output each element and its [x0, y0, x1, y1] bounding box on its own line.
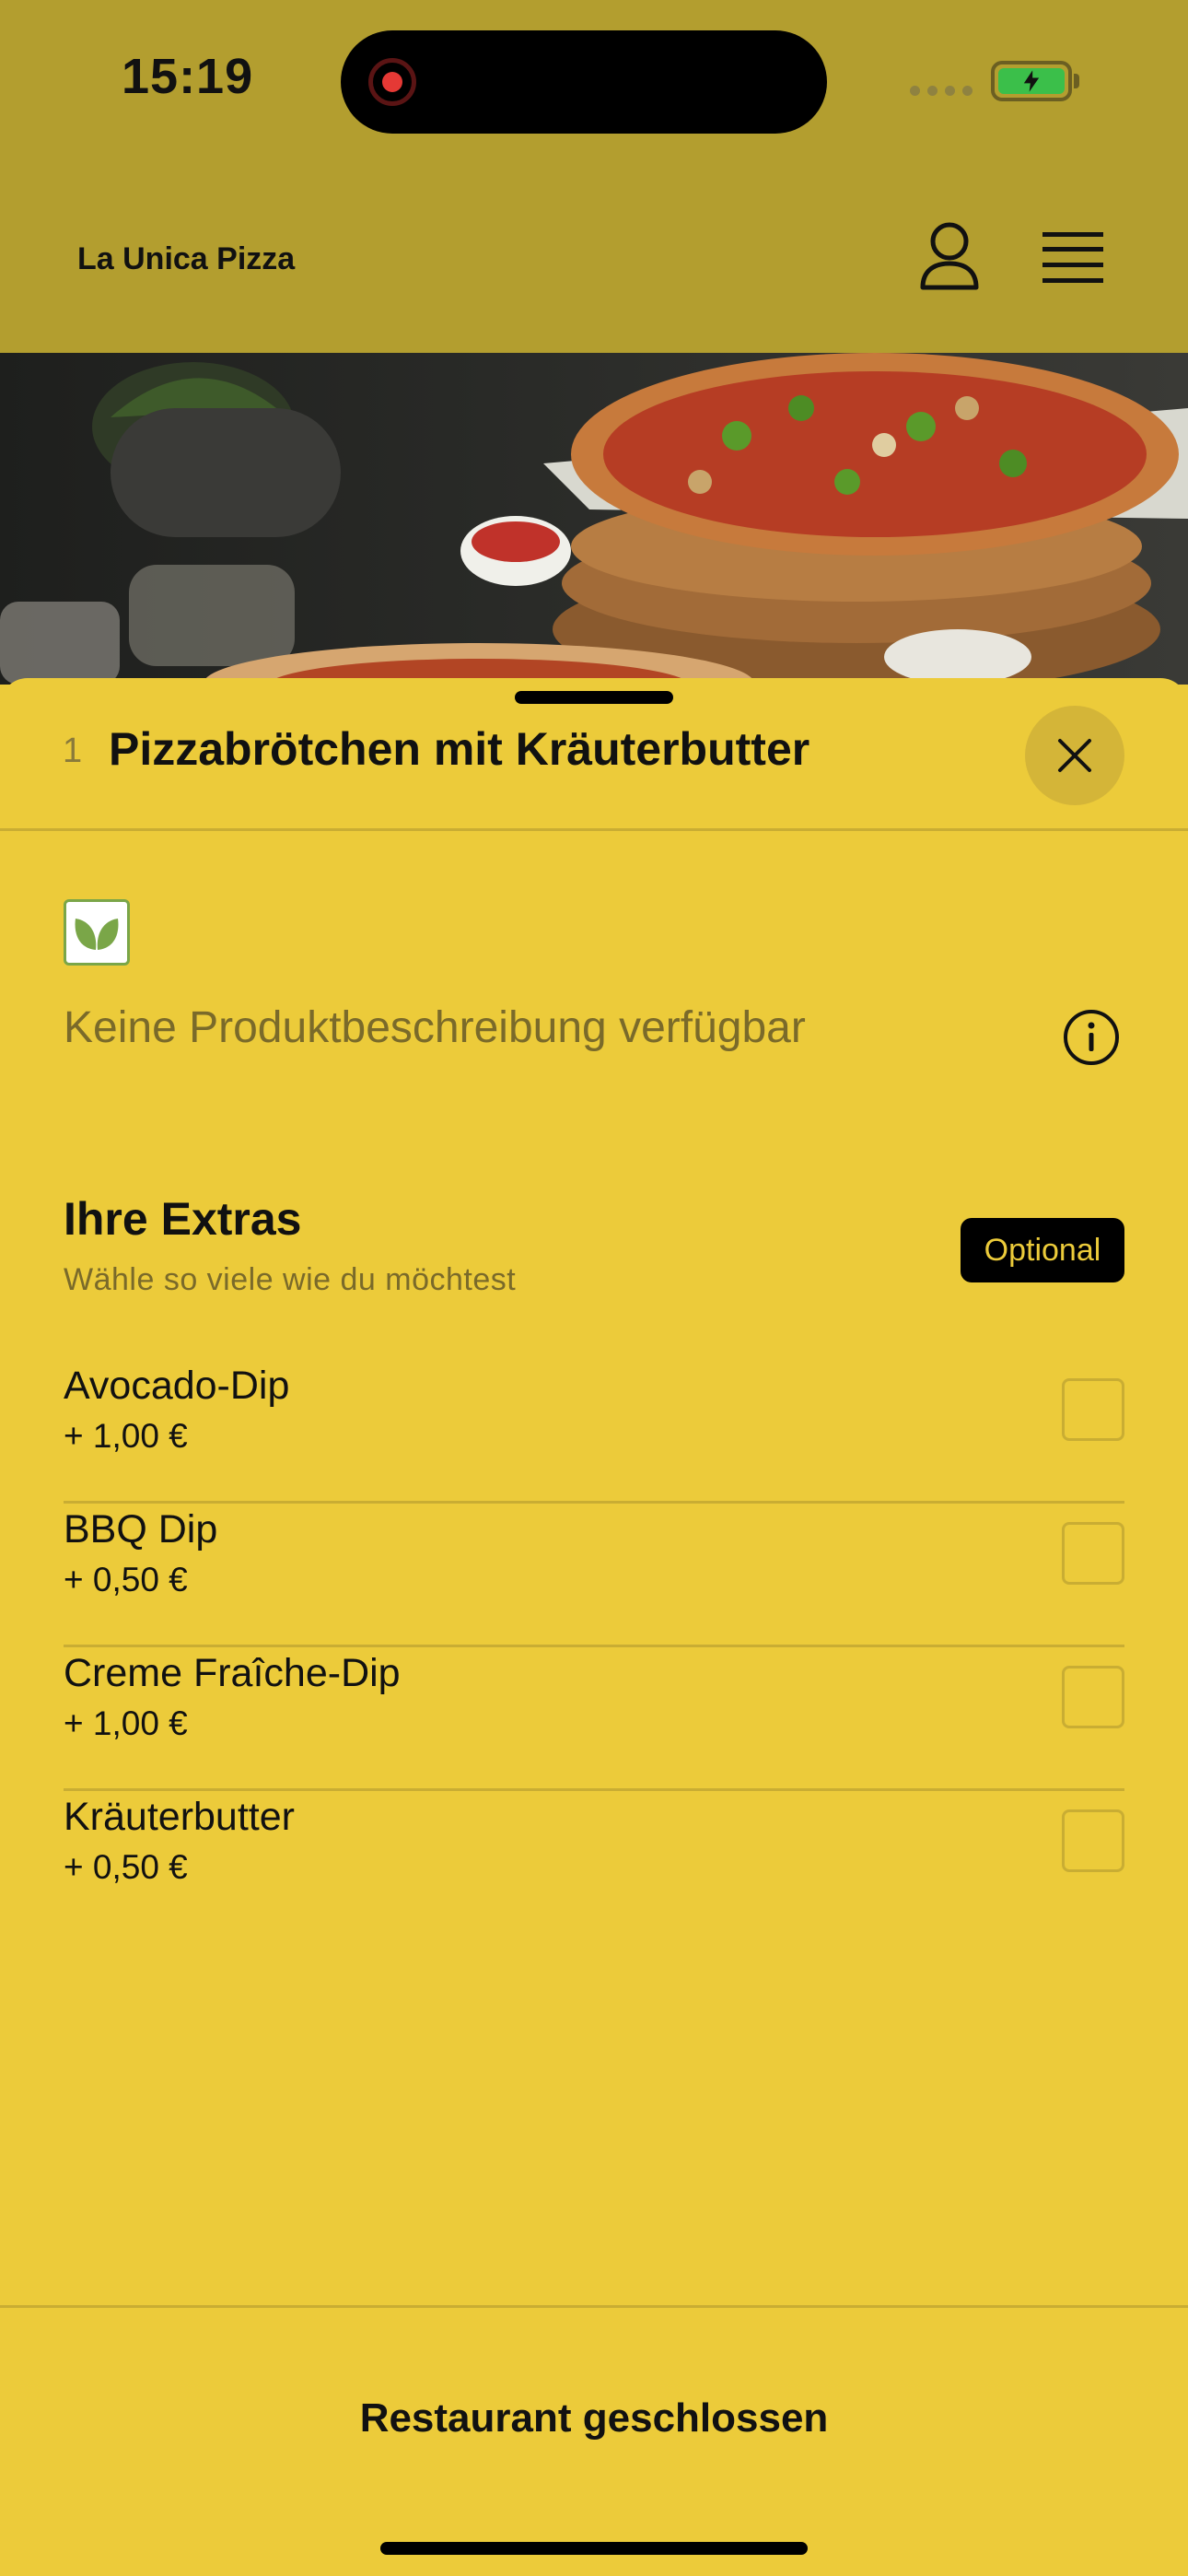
extra-checkbox[interactable] — [1062, 1666, 1124, 1728]
extra-item-avocado-dip[interactable]: Avocado-Dip + 1,00 € — [64, 1360, 1124, 1504]
vegetarian-badge — [64, 899, 130, 966]
product-description: Keine Produktbeschreibung verfügbar — [64, 1003, 806, 1052]
info-icon[interactable] — [1062, 1008, 1121, 1067]
hero-image — [0, 353, 1188, 685]
extras-subtitle: Wähle so viele wie du möchtest — [64, 1262, 517, 1297]
extra-price: + 0,50 € — [64, 1848, 188, 1886]
leaf-icon — [75, 919, 119, 950]
extra-name: BBQ Dip — [64, 1507, 218, 1551]
extra-item-creme-fraiche-dip[interactable]: Creme Fraîche-Dip + 1,00 € — [64, 1647, 1124, 1791]
user-icon[interactable] — [917, 221, 982, 291]
screen: 15:19 La Unica Pizza 1 Pizzabrötchen mit… — [0, 0, 1188, 2576]
extras-list: Avocado-Dip + 1,00 € BBQ Dip + 0,50 € Cr… — [64, 1360, 1124, 1935]
extra-price: + 0,50 € — [64, 1561, 188, 1598]
extra-item-bbq-dip[interactable]: BBQ Dip + 0,50 € — [64, 1504, 1124, 1647]
product-quantity: 1 — [63, 732, 83, 770]
extra-name: Kräuterbutter — [64, 1795, 295, 1839]
sheet-header: 1 Pizzabrötchen mit Kräuterbutter — [0, 678, 1188, 831]
menu-icon[interactable] — [1042, 230, 1103, 286]
app-header: 15:19 La Unica Pizza — [0, 0, 1188, 353]
status-time: 15:19 — [122, 49, 254, 104]
extra-price: + 1,00 € — [64, 1417, 188, 1455]
brand-name[interactable]: La Unica Pizza — [77, 241, 295, 277]
extra-item-kraeuterbutter[interactable]: Kräuterbutter + 0,50 € — [64, 1791, 1124, 1935]
battery-cap — [1074, 74, 1079, 88]
product-title: Pizzabrötchen mit Kräuterbutter — [109, 723, 810, 775]
extra-checkbox[interactable] — [1062, 1522, 1124, 1585]
record-icon — [368, 58, 416, 106]
battery-icon — [991, 61, 1072, 101]
extras-title: Ihre Extras — [64, 1193, 302, 1245]
extra-name: Avocado-Dip — [64, 1364, 290, 1408]
extra-checkbox[interactable] — [1062, 1378, 1124, 1441]
optional-badge: Optional — [961, 1218, 1124, 1282]
dynamic-island — [341, 30, 827, 134]
signal-icon — [910, 86, 973, 96]
product-sheet: 1 Pizzabrötchen mit Kräuterbutter Keine … — [0, 678, 1188, 2576]
sheet-grabber[interactable] — [515, 691, 673, 704]
sheet-footer: Restaurant geschlossen — [0, 2305, 1188, 2576]
extra-checkbox[interactable] — [1062, 1809, 1124, 1872]
close-button[interactable] — [1025, 706, 1124, 805]
extra-name: Creme Fraîche-Dip — [64, 1651, 401, 1695]
close-icon — [1058, 739, 1091, 772]
restaurant-closed-button[interactable]: Restaurant geschlossen — [0, 2372, 1188, 2465]
home-indicator[interactable] — [380, 2542, 808, 2555]
extra-price: + 1,00 € — [64, 1704, 188, 1742]
